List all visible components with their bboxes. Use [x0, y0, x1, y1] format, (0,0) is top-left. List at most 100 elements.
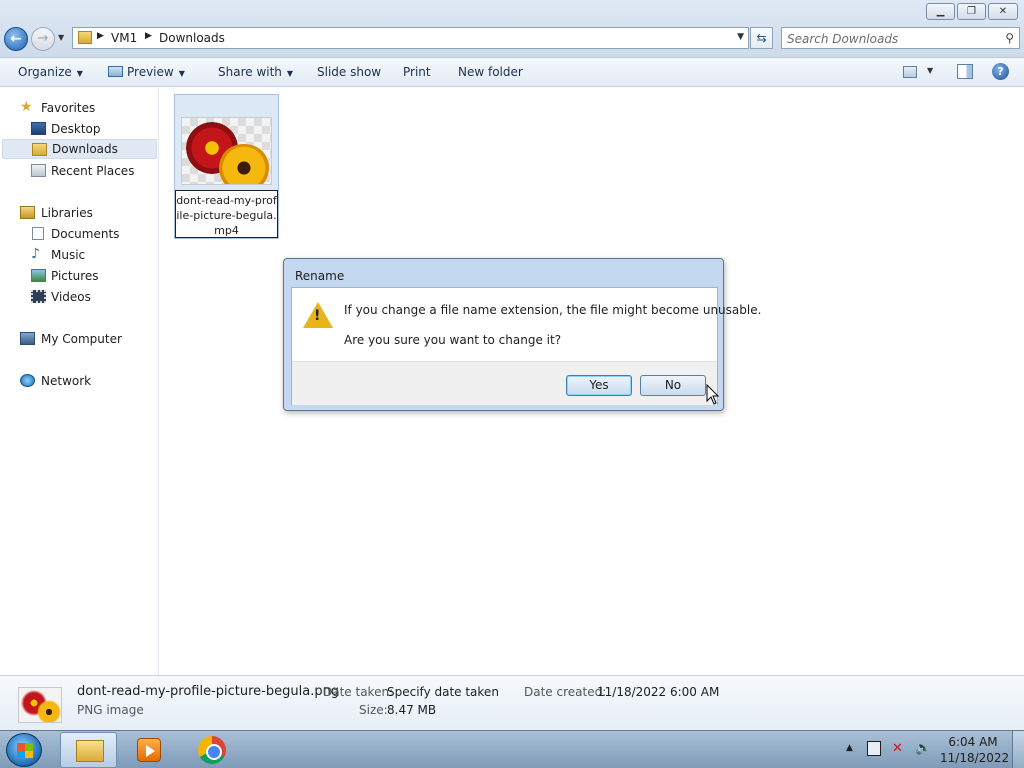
windows-logo-icon [17, 751, 33, 758]
details-pane: dont-read-my-profile-picture-begula.png … [0, 675, 1024, 730]
preview-pane-icon[interactable] [957, 64, 973, 79]
action-center-icon[interactable] [867, 741, 881, 756]
date-created-label: Date created: [524, 685, 607, 699]
sidebar-item-documents[interactable]: Documents [0, 224, 157, 244]
sidebar-item-desktop[interactable]: Desktop [0, 119, 157, 139]
taskbar-explorer[interactable] [60, 732, 117, 768]
search-icon[interactable]: ⚲ [1005, 31, 1014, 45]
forward-button[interactable]: → [31, 27, 55, 51]
sidebar-item-videos[interactable]: Videos [0, 287, 157, 307]
sidebar-label: Favorites [41, 101, 96, 115]
documents-icon [32, 227, 44, 240]
back-button[interactable]: ← [4, 27, 28, 51]
sidebar-label: Libraries [41, 206, 93, 220]
forward-arrow-icon: → [37, 31, 49, 46]
show-hidden-icons-icon[interactable]: ▲ [846, 743, 853, 753]
navigation-pane: ★ Favorites Desktop Downloads Recent Pla… [0, 88, 159, 675]
search-box[interactable]: ⚲ [781, 27, 1020, 49]
downloads-folder-icon [32, 143, 47, 156]
change-view-icon[interactable] [903, 66, 917, 78]
yes-button[interactable]: Yes [566, 375, 632, 396]
sidebar-item-network[interactable]: Network [0, 371, 157, 391]
organize-menu[interactable]: Organize ▼ [18, 65, 83, 79]
help-icon[interactable]: ? [992, 63, 1009, 80]
breadcrumb-vm1[interactable]: VM1 [111, 31, 137, 45]
yellow-flower-image [37, 700, 61, 722]
minimize-button[interactable]: ▁ [926, 3, 955, 20]
share-with-menu[interactable]: Share with ▼ [218, 65, 293, 79]
sidebar-label: My Computer [41, 332, 122, 346]
network-disconnected-icon[interactable]: ✕ [892, 741, 906, 756]
rename-textbox[interactable]: dont-read-my-profile-picture-begula.mp4 [175, 190, 278, 238]
details-file-type: PNG image [77, 703, 144, 717]
date-created-value: 11/18/2022 6:00 AM [597, 685, 720, 699]
volume-icon[interactable]: 🔈 [915, 741, 931, 756]
breadcrumb-downloads[interactable]: Downloads [159, 31, 225, 45]
clock-time[interactable]: 6:04 AM [940, 735, 1006, 749]
computer-icon [20, 332, 35, 345]
network-icon [20, 374, 35, 387]
restore-button[interactable]: ❐ [957, 3, 986, 20]
sidebar-label: Videos [51, 290, 91, 304]
recent-pages-dropdown[interactable]: ▼ [58, 33, 64, 42]
start-button[interactable] [6, 733, 42, 767]
taskbar-media-player[interactable] [121, 732, 178, 768]
date-taken-value[interactable]: Specify date taken [387, 685, 499, 699]
sidebar-item-favorites[interactable]: ★ Favorites [0, 98, 157, 118]
sidebar-item-music[interactable]: ♪ Music [0, 245, 157, 265]
slide-show-button[interactable]: Slide show [317, 65, 381, 79]
date-taken-label: Date taken: [323, 685, 394, 699]
sidebar-label: Documents [51, 227, 120, 241]
preview-icon [108, 66, 123, 77]
mouse-pointer-icon [706, 384, 720, 405]
preview-menu[interactable]: Preview ▼ [108, 65, 185, 79]
dialog-button-bar: Yes No [292, 361, 717, 405]
recent-places-icon [31, 164, 46, 177]
sidebar-item-my-computer[interactable]: My Computer [0, 329, 157, 349]
folder-icon [78, 31, 92, 44]
dialog-message: If you change a file name extension, the… [344, 303, 762, 317]
search-input[interactable] [787, 30, 992, 47]
libraries-icon [20, 206, 35, 219]
star-icon: ★ [20, 99, 33, 115]
dialog-title: Rename [295, 269, 345, 283]
rename-dialog: Rename ! If you change a file name exten… [283, 258, 761, 411]
address-dropdown-icon[interactable]: ▼ [737, 32, 744, 42]
address-bar[interactable]: ▶ VM1 ▶ Downloads ▼ [72, 27, 749, 49]
refresh-icon: ⇆ [756, 31, 767, 45]
preview-label: Preview [127, 65, 174, 79]
clock-date[interactable]: 11/18/2022 [940, 751, 1009, 765]
close-button[interactable]: ✕ [988, 3, 1018, 20]
dialog-body: ! If you change a file name extension, t… [291, 287, 761, 405]
back-arrow-icon: ← [10, 31, 22, 47]
details-thumbnail [18, 687, 62, 723]
no-button[interactable]: No [640, 375, 706, 396]
file-item[interactable]: dont-read-my-profile-picture-begula.mp4 [174, 94, 279, 239]
show-desktop-button[interactable] [1012, 731, 1024, 768]
sidebar-item-pictures[interactable]: Pictures [0, 266, 157, 286]
organize-label: Organize [18, 65, 72, 79]
sidebar-label: Music [51, 248, 86, 262]
sidebar-item-downloads[interactable]: Downloads [2, 139, 157, 159]
media-player-icon [137, 738, 161, 762]
chevron-down-icon: ▼ [76, 69, 83, 78]
breadcrumb-separator-icon[interactable]: ▶ [97, 31, 104, 41]
sidebar-item-libraries[interactable]: Libraries [0, 203, 157, 223]
taskbar: ▲ ✕ 🔈 6:04 AM 11/18/2022 [0, 730, 1024, 768]
command-bar: Organize ▼ Preview ▼ Share with ▼ Slide sho… [0, 58, 1024, 87]
details-file-name: dont-read-my-profile-picture-begula.png [77, 684, 340, 699]
view-options-dropdown[interactable]: ▼ [927, 66, 933, 75]
size-value: 8.47 MB [387, 703, 437, 717]
sidebar-label: Network [41, 374, 92, 388]
share-with-label: Share with [218, 65, 282, 79]
file-thumbnail [181, 117, 272, 185]
breadcrumb-separator-icon[interactable]: ▶ [145, 31, 152, 41]
refresh-button[interactable]: ⇆ [750, 27, 773, 49]
warning-exclamation-icon: ! [314, 308, 321, 324]
taskbar-chrome[interactable] [183, 732, 240, 768]
print-button[interactable]: Print [403, 65, 431, 79]
new-folder-button[interactable]: New folder [458, 65, 523, 79]
chevron-down-icon: ▼ [178, 69, 185, 78]
chrome-icon [198, 736, 226, 764]
sidebar-item-recent-places[interactable]: Recent Places [0, 161, 157, 181]
